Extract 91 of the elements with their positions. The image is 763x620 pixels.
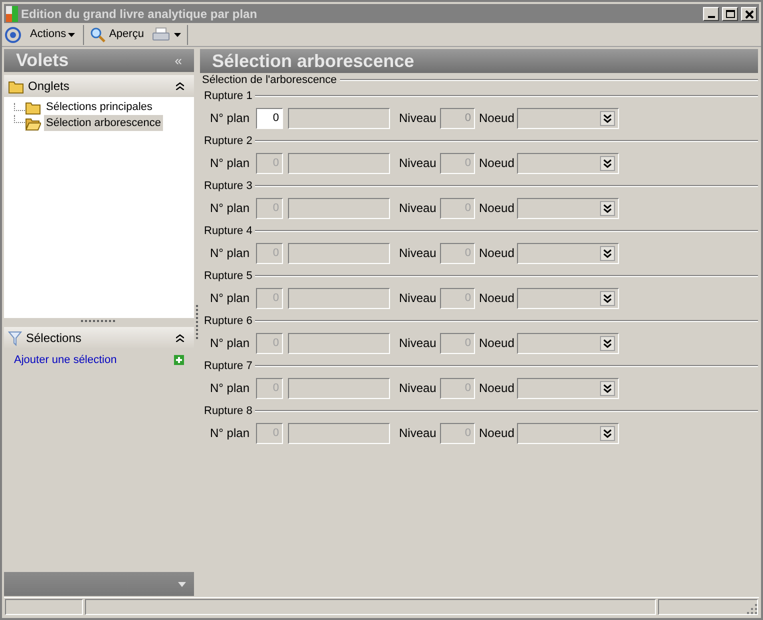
node-label: Noeud <box>478 290 516 307</box>
double-chevron-down-icon <box>600 246 615 260</box>
plan-label: N° plan <box>209 110 250 127</box>
target-icon <box>4 26 22 44</box>
node-dropdown[interactable] <box>517 288 619 308</box>
section-header[interactable]: Sélections <box>4 327 194 349</box>
level-label: Niveau <box>398 110 438 127</box>
caret-icon <box>68 32 76 36</box>
rupture-label: Rupture 1 <box>204 88 252 104</box>
plan-label: N° plan <box>209 155 250 172</box>
rupture-label: Rupture 3 <box>204 178 252 194</box>
close-button[interactable] <box>741 6 757 20</box>
double-chevron-down-icon <box>600 290 615 306</box>
node-dropdown[interactable] <box>517 378 619 398</box>
close-icon <box>742 8 756 20</box>
plan-label: N° plan <box>209 335 250 352</box>
plan-label: N° plan <box>209 425 250 442</box>
node-label: Noeud <box>478 200 516 217</box>
tree-item[interactable]: Sélection arborescence <box>44 114 163 132</box>
node-dropdown[interactable] <box>517 152 619 174</box>
level-label: Niveau <box>398 155 438 172</box>
plan-label: N° plan <box>209 245 250 262</box>
caret-icon <box>178 582 186 586</box>
node-dropdown[interactable] <box>517 108 619 128</box>
plan-name-field[interactable] <box>288 198 390 218</box>
app-logo-icon <box>6 6 18 22</box>
section-header[interactable]: Onglets <box>4 75 194 97</box>
double-chevron-down-icon <box>600 380 615 396</box>
level-label: Niveau <box>398 380 438 397</box>
filter-icon <box>8 330 22 346</box>
collapse-button[interactable]: « <box>174 50 182 70</box>
actions-menu-button[interactable]: Actions <box>26 24 80 44</box>
printer-icon <box>152 26 170 42</box>
section-title: Onglets <box>28 78 70 95</box>
folder-icon <box>8 78 24 94</box>
node-dropdown[interactable] <box>517 198 619 218</box>
level-field[interactable]: 0 <box>440 108 475 128</box>
rupture-label: Rupture 5 <box>204 268 252 284</box>
plan-label: N° plan <box>209 290 250 307</box>
rupture-label: Rupture 4 <box>204 224 252 239</box>
double-chevron-down-icon <box>600 156 615 170</box>
level-label: Niveau <box>398 335 438 352</box>
maximize-button[interactable] <box>722 6 738 20</box>
node-label: Noeud <box>478 335 516 352</box>
node-dropdown[interactable] <box>517 332 619 354</box>
add-selection-link[interactable]: Ajouter une sélection <box>14 352 117 368</box>
plan-name-field[interactable] <box>288 242 390 264</box>
level-label: Niveau <box>398 245 438 262</box>
section-title: Sélections <box>26 330 82 347</box>
plan-name-field[interactable] <box>288 152 390 174</box>
rupture-label: Rupture 6 <box>204 314 252 329</box>
level-label: Niveau <box>398 200 438 217</box>
group-title: Sélection de l'arborescence <box>202 72 337 88</box>
rupture-label: Rupture 7 <box>204 358 252 374</box>
window-title: Edition du grand livre analytique par plan <box>21 6 258 22</box>
plan-label: N° plan <box>209 200 250 217</box>
node-dropdown[interactable] <box>517 422 619 444</box>
node-label: Noeud <box>478 380 516 397</box>
rupture-label: Rupture 8 <box>204 404 252 419</box>
magnifier-icon <box>90 26 106 42</box>
double-chevron-up-icon <box>176 334 184 342</box>
caret-icon <box>174 32 181 36</box>
plan-label: N° plan <box>209 380 250 397</box>
level-label: Niveau <box>398 425 438 442</box>
sidebar-title: Volets <box>16 49 69 72</box>
double-chevron-down-icon <box>600 110 615 126</box>
node-dropdown[interactable] <box>517 242 619 264</box>
plan-name-field[interactable] <box>288 288 390 308</box>
double-chevron-down-icon <box>600 336 615 350</box>
node-label: Noeud <box>478 110 516 127</box>
level-label: Niveau <box>398 290 438 307</box>
folder-icon <box>25 100 41 114</box>
add-icon <box>174 355 184 365</box>
plan-name-field[interactable] <box>288 332 390 354</box>
content-title: Sélection arborescence <box>212 50 414 72</box>
double-chevron-down-icon <box>600 426 615 440</box>
preview-button[interactable]: Aperçu <box>88 24 146 44</box>
tree-item[interactable]: Sélections principales <box>44 98 154 116</box>
double-chevron-down-icon <box>600 200 615 216</box>
plan-name-field[interactable] <box>288 108 390 128</box>
minimize-button[interactable] <box>703 6 719 20</box>
minimize-icon <box>708 16 714 18</box>
plan-name-field[interactable] <box>288 378 390 398</box>
node-label: Noeud <box>478 155 516 172</box>
double-chevron-up-icon <box>176 82 184 90</box>
node-label: Noeud <box>478 425 516 442</box>
plan-name-field[interactable] <box>288 422 390 444</box>
rupture-label: Rupture 2 <box>204 134 252 149</box>
plan-number-field[interactable]: 0 <box>256 108 283 128</box>
open-folder-icon <box>25 116 41 130</box>
node-label: Noeud <box>478 245 516 262</box>
